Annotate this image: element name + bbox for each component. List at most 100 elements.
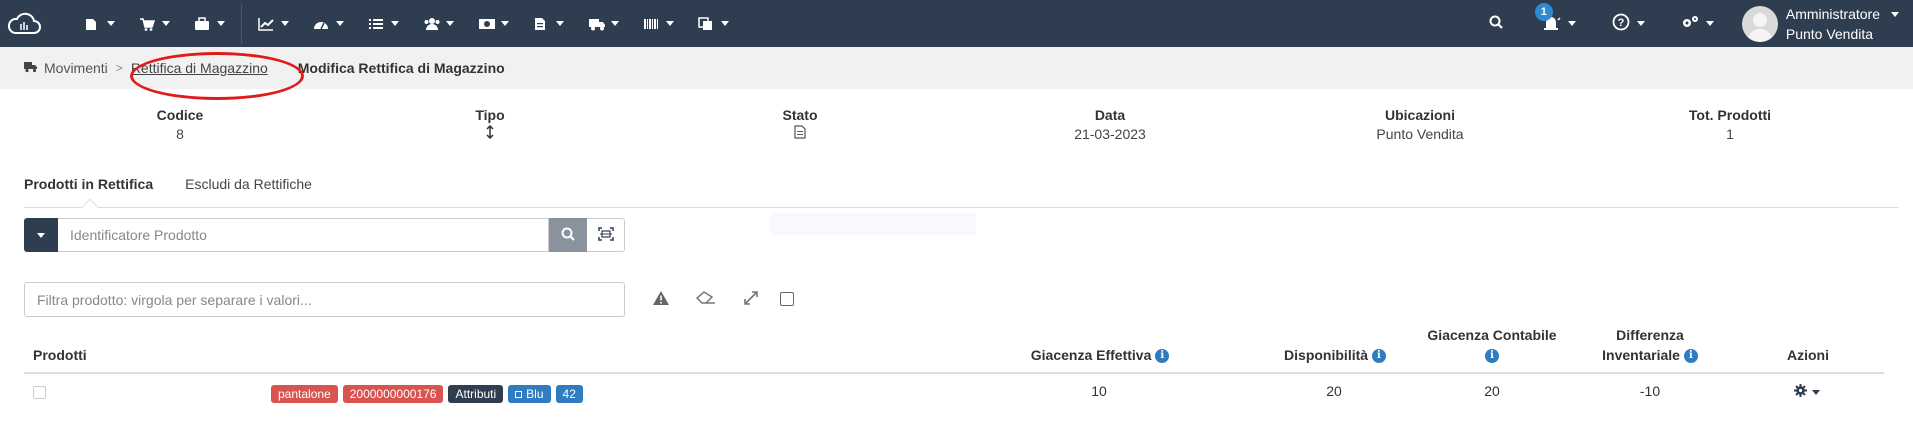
col-giacenza-effettiva: Giacenza Effettiva i — [1010, 345, 1190, 365]
nav-file[interactable] — [521, 0, 576, 47]
cart-icon — [139, 17, 156, 31]
briefcase-icon — [194, 16, 210, 31]
col-differenza-label-1: Differenza — [1616, 327, 1684, 343]
stato-value — [700, 124, 900, 144]
search-icon — [1489, 15, 1503, 32]
tipo-label: Tipo — [475, 107, 505, 123]
document-icon — [84, 17, 100, 31]
col-disponibilita: Disponibilità i — [1270, 345, 1400, 365]
document-status-icon — [794, 125, 806, 142]
cell-giacenza-effettiva: 10 — [1091, 383, 1107, 399]
search-nav-button[interactable] — [1469, 0, 1523, 47]
nav-users[interactable] — [411, 0, 466, 47]
nav-list[interactable] — [356, 0, 411, 47]
notification-badge: 1 — [1534, 3, 1553, 21]
faded-overlay — [770, 213, 976, 235]
summary-bar: Codice 8 Tipo Stato Data 21-03-2023 Ubic… — [0, 106, 1913, 146]
expand-icon — [743, 290, 759, 309]
svg-text:?: ? — [1617, 17, 1624, 29]
search-button[interactable] — [549, 218, 587, 252]
expand-button[interactable] — [740, 288, 762, 310]
codice-value: 8 — [176, 126, 184, 142]
nav-truck[interactable] — [576, 0, 631, 47]
money-icon — [478, 17, 495, 31]
tag-size-text: 42 — [562, 387, 576, 401]
tag-size: 42 — [555, 385, 583, 403]
search-type-dropdown[interactable] — [24, 218, 58, 252]
col-azioni: Azioni — [1787, 347, 1829, 363]
settings-button[interactable] — [1663, 0, 1732, 47]
info-icon[interactable]: i — [1371, 349, 1386, 364]
nav-cart[interactable] — [127, 0, 182, 47]
truck-icon — [588, 17, 605, 31]
tag-attributi: Attributi — [448, 385, 504, 403]
tag-attributi-text: Attributi — [455, 387, 497, 401]
user-name: Amministratore — [1785, 5, 1880, 22]
info-icon[interactable]: i — [1155, 349, 1170, 364]
file-icon — [533, 17, 549, 31]
gauge-icon — [313, 17, 329, 31]
user-store: Punto Vendita — [1785, 25, 1874, 42]
breadcrumb-movimenti[interactable]: Movimenti — [44, 60, 108, 76]
barcode-icon — [643, 17, 659, 31]
warning-filter-button[interactable] — [650, 288, 672, 310]
barcode-scan-button[interactable] — [587, 218, 625, 252]
cloud-logo-icon[interactable] — [0, 0, 48, 47]
nav-barcode[interactable] — [631, 0, 686, 47]
col-giacenza-contabile: Giacenza Contabile i — [1412, 325, 1572, 365]
nav-money[interactable] — [466, 0, 521, 47]
gears-icon — [1681, 15, 1699, 32]
cell-differenza: -10 — [1639, 383, 1661, 399]
user-menu[interactable]: Amministratore Punto Vendita — [1732, 4, 1913, 44]
ubicazioni-label: Ubicazioni — [1384, 107, 1455, 123]
ubicazioni-value: Punto Vendita — [1376, 126, 1464, 142]
filter-input[interactable] — [24, 282, 625, 317]
tab-divider — [24, 207, 1899, 208]
users-icon — [423, 17, 440, 31]
help-button[interactable]: ? — [1594, 0, 1663, 47]
col-giacenza-contabile-label: Giacenza Contabile — [1427, 327, 1557, 343]
data-label: Data — [1094, 107, 1126, 123]
tab-bar: Prodotti in Rettifica Escludi da Rettifi… — [24, 176, 312, 206]
gear-icon — [1794, 384, 1807, 400]
tag-color: Blu — [508, 385, 551, 403]
search-icon — [561, 227, 575, 244]
select-all-checkbox[interactable] — [776, 288, 798, 310]
tag-barcode-text: 2000000000176 — [349, 387, 437, 401]
top-navbar: 1 ? Amministratore Punto Vendita — [0, 0, 1913, 47]
copy-icon — [698, 16, 714, 31]
clear-filter-button[interactable] — [695, 288, 717, 310]
truck-icon — [24, 60, 38, 76]
search-input[interactable] — [58, 218, 549, 252]
tab-escludi-da-rettifiche[interactable]: Escludi da Rettifiche — [185, 176, 312, 206]
info-icon[interactable]: i — [1683, 349, 1698, 364]
warning-icon — [652, 290, 670, 309]
product-tags: pantalone 2000000000176 Attributi Blu 42 — [271, 385, 583, 403]
row-actions-button[interactable] — [1794, 384, 1820, 400]
codice-label: Codice — [156, 107, 204, 123]
tag-product-name: pantalone — [271, 385, 338, 403]
alerts-button[interactable]: 1 — [1523, 0, 1594, 47]
scan-icon — [597, 226, 614, 244]
col-giacenza-effettiva-label: Giacenza Effettiva — [1030, 347, 1152, 363]
cell-giacenza-contabile: 20 — [1484, 383, 1500, 399]
vertical-arrows-icon — [486, 124, 494, 142]
tot-prodotti-value: 1 — [1726, 126, 1734, 142]
nav-charts[interactable] — [246, 0, 301, 47]
row-checkbox[interactable] — [33, 386, 46, 399]
help-icon: ? — [1612, 13, 1630, 34]
nav-documents[interactable] — [72, 0, 127, 47]
color-square-icon — [515, 390, 523, 398]
highlight-annotation — [130, 52, 304, 100]
col-disponibilita-label: Disponibilità — [1284, 347, 1369, 363]
tag-barcode: 2000000000176 — [342, 385, 444, 403]
nav-copy[interactable] — [686, 0, 741, 47]
tipo-value — [390, 124, 590, 144]
col-prodotti: Prodotti — [33, 347, 87, 363]
nav-dashboard[interactable] — [301, 0, 356, 47]
stato-label: Stato — [782, 107, 818, 123]
info-icon[interactable]: i — [1485, 349, 1499, 364]
tot-prodotti-label: Tot. Prodotti — [1688, 107, 1772, 123]
avatar — [1741, 5, 1778, 42]
nav-briefcase[interactable] — [182, 0, 237, 47]
